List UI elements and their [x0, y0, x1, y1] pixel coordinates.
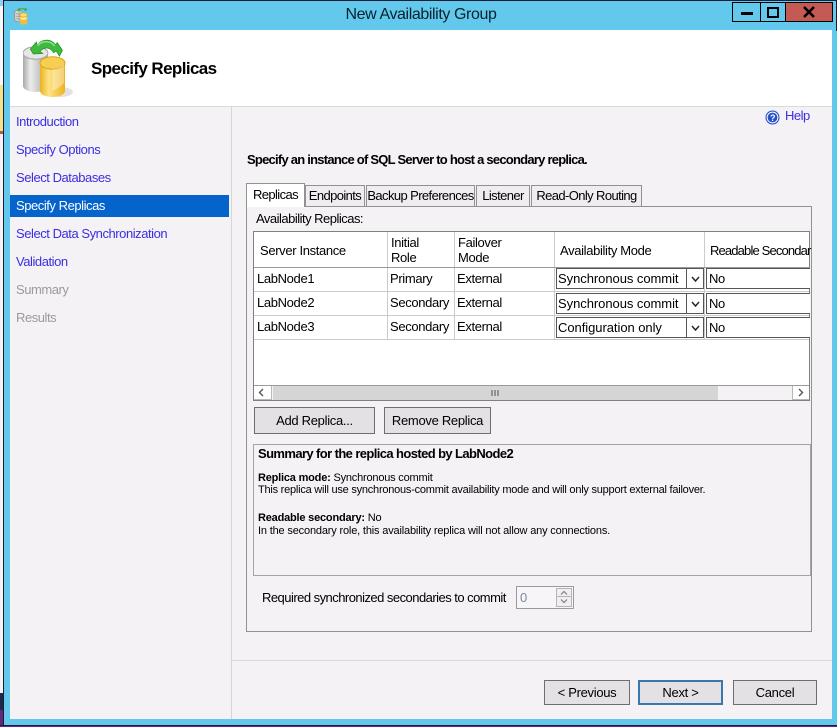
svg-text:?: ? — [770, 113, 775, 123]
